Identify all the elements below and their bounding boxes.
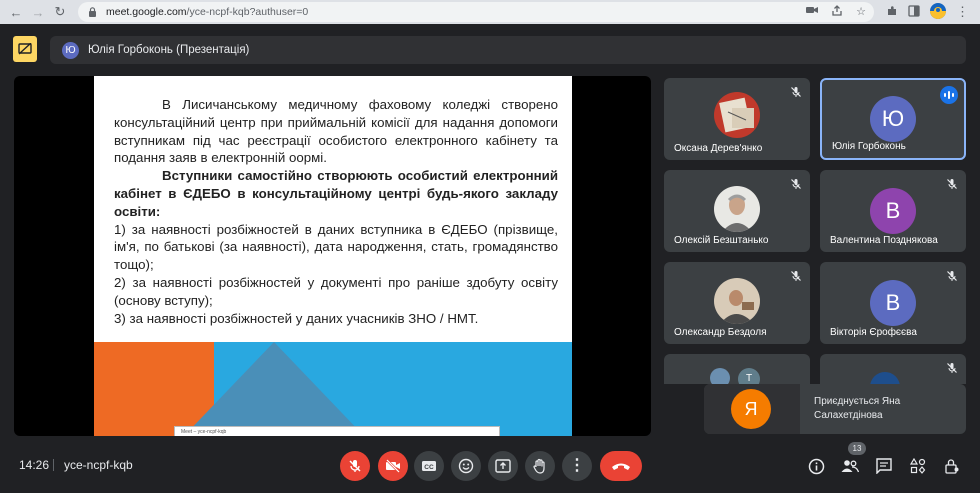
host-controls-button[interactable] (942, 456, 962, 476)
participant-tile[interactable] (820, 354, 966, 384)
mic-off-icon (791, 271, 801, 281)
raise-hand-button[interactable] (525, 451, 555, 481)
join-notification[interactable]: Я Приєднується Яна Салахетдінова (704, 384, 966, 434)
participant-tile[interactable]: Олексій Безштанько (664, 170, 810, 252)
svg-text:CC: CC (424, 464, 434, 471)
more-vert-icon: ⋮ (569, 457, 585, 474)
activities-button[interactable] (908, 456, 928, 476)
participant-tile-group[interactable]: T (664, 354, 810, 384)
captions-button[interactable]: CC (414, 451, 444, 481)
slide-item-3: 3) за наявності розбіжностей у даних уча… (114, 310, 479, 326)
back-icon[interactable]: ← (6, 2, 26, 22)
slide-paragraph-2: Вступники самостійно створюють особистий… (114, 168, 558, 219)
divider (53, 459, 54, 471)
url-path: /yce-ncpf-kqb?authuser=0 (186, 6, 309, 18)
meeting-details-button[interactable] (806, 456, 826, 476)
participant-name: Вікторія Єрофєєва (830, 327, 917, 338)
join-notification-text: Приєднується Яна Салахетдінова (814, 396, 901, 421)
reactions-button[interactable] (451, 451, 481, 481)
participant-name: Олексій Безштанько (674, 235, 769, 246)
mic-off-icon (947, 363, 957, 373)
chat-button[interactable] (874, 456, 894, 476)
leave-call-button[interactable] (600, 451, 642, 481)
menu-icon[interactable]: ⋮ (956, 4, 969, 20)
mic-off-icon (349, 460, 361, 472)
activities-icon (910, 458, 926, 474)
mic-off-icon (947, 271, 957, 281)
participant-avatar: Ю (870, 96, 916, 142)
participant-avatar: В (870, 280, 916, 326)
participant-mini-avatar: T (738, 368, 760, 384)
emoji-icon (458, 458, 474, 474)
microphone-button[interactable] (340, 451, 370, 481)
camera-button[interactable] (378, 451, 408, 481)
camera-off-icon (386, 459, 400, 473)
slide-item-2: 2) за наявності розбіжностей у документі… (114, 274, 558, 308)
mic-off-icon (947, 179, 957, 189)
mic-off-icon (791, 179, 801, 189)
meeting-time: 14:26 (19, 458, 50, 472)
slide-text: В Лисичанському медичному фаховому колед… (114, 96, 558, 327)
presentation-stage: В Лисичанському медичному фаховому колед… (14, 76, 651, 436)
presentation-title-bar: Ю Юлія Горбоконь (Презентація) (50, 36, 966, 64)
participant-count-badge: 13 (848, 442, 866, 455)
reload-icon[interactable]: ↻ (50, 2, 70, 22)
info-icon (808, 458, 824, 474)
presentation-slide: В Лисичанському медичному фаховому колед… (94, 76, 572, 436)
camera-in-use-icon[interactable] (806, 5, 819, 19)
participant-photo (714, 92, 760, 138)
extensions-icon[interactable] (886, 5, 898, 20)
hand-icon (533, 458, 545, 474)
meeting-code: yce-ncpf-kqb (64, 458, 133, 472)
presenter-avatar: Ю (62, 41, 79, 59)
participant-mini-avatar (710, 368, 730, 384)
bookmark-star-icon[interactable]: ☆ (856, 5, 866, 19)
participant-tile[interactable]: Оксана Дерев'янко (664, 78, 810, 160)
forward-icon[interactable]: → (28, 2, 48, 22)
participant-tile[interactable]: В Валентина Позднякова (820, 170, 966, 252)
share-icon[interactable] (832, 5, 842, 19)
participant-name: Юлія Горбоконь (832, 141, 906, 152)
participant-photo (714, 278, 760, 324)
participant-tile[interactable]: Олександр Бездоля (664, 262, 810, 344)
url-host: meet.google.com (106, 6, 187, 18)
participant-photo (870, 372, 900, 384)
browser-toolbar: ← → ↻ meet.google.com/yce-ncpf-kqb?authu… (0, 0, 980, 24)
presentation-title: Юлія Горбоконь (Презентація) (88, 44, 250, 56)
lock-person-icon (945, 459, 959, 474)
participant-name: Олександр Бездоля (674, 327, 767, 338)
chat-icon (876, 458, 892, 474)
people-button[interactable] (840, 456, 860, 476)
participant-tile-active-speaker[interactable]: Ю Юлія Горбоконь (820, 78, 966, 160)
joining-avatar: Я (731, 389, 771, 429)
address-bar[interactable]: meet.google.com/yce-ncpf-kqb?authuser=0 … (78, 2, 874, 22)
more-options-button[interactable]: ⋮ (562, 451, 592, 481)
captions-icon: CC (422, 461, 436, 471)
slide-decoration-triangle (184, 342, 364, 436)
participant-name: Оксана Дерев'янко (674, 143, 763, 154)
participant-tile[interactable]: В Вікторія Єрофєєва (820, 262, 966, 344)
present-screen-icon (495, 459, 511, 473)
stop-presenting-button[interactable] (13, 36, 37, 62)
participant-avatar: В (870, 188, 916, 234)
embedded-window-thumbnail: Meet – yce-ncpf-kqb (174, 426, 500, 436)
participant-name: Валентина Позднякова (830, 235, 938, 246)
lock-icon (88, 7, 98, 17)
present-now-button[interactable] (488, 451, 518, 481)
call-end-icon (612, 463, 630, 470)
side-panel-icon[interactable] (908, 4, 920, 20)
people-icon (841, 460, 859, 473)
join-avatar-container: Я (704, 384, 800, 434)
slide-item-1: 1) за наявності розбіжностей в даних вст… (114, 221, 558, 273)
mic-off-icon (791, 87, 801, 97)
participant-photo (714, 186, 760, 232)
slide-paragraph-1: В Лисичанському медичному фаховому колед… (114, 97, 558, 166)
profile-avatar[interactable] (930, 2, 946, 22)
present-off-icon (18, 43, 32, 55)
speaking-indicator-icon (940, 86, 958, 104)
